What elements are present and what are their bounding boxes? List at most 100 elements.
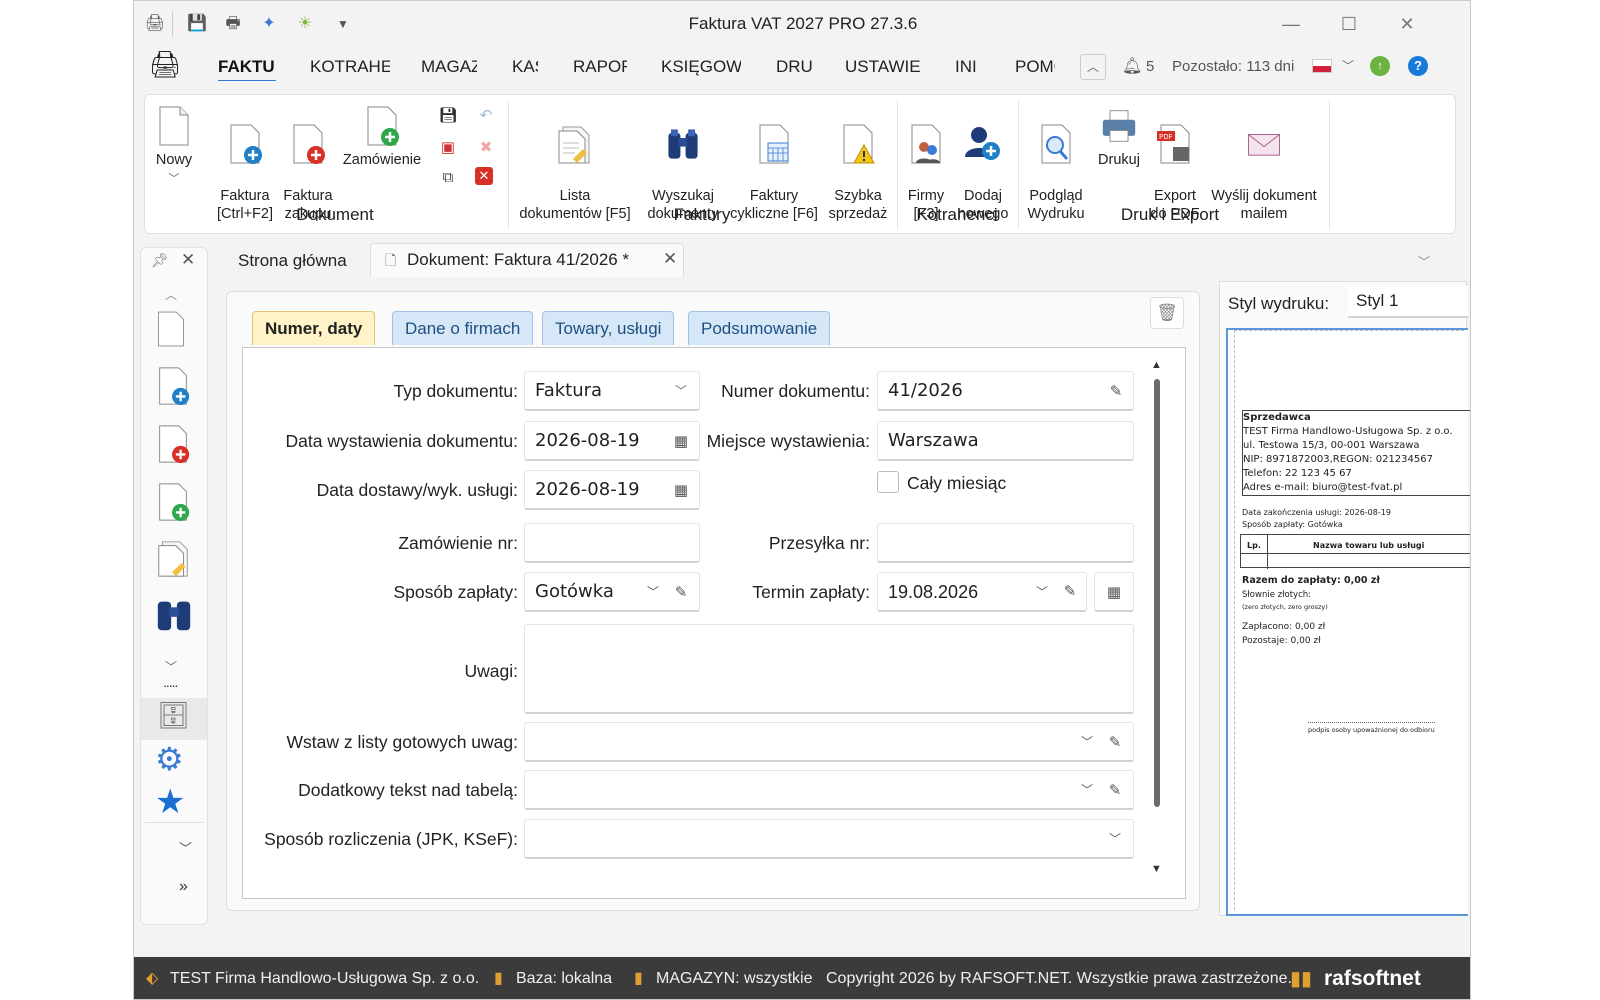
ribbon-separator [1018, 101, 1019, 229]
extra-text-select[interactable]: ﹀ ✎ [524, 770, 1134, 810]
scroll-down-icon[interactable]: ﹀ [165, 658, 177, 675]
ready-notes-select[interactable]: ﹀ ✎ [524, 722, 1134, 762]
tab-numbers-dates[interactable]: Numer, daty [252, 311, 376, 345]
scroll-up-arrow[interactable]: ▲ [1151, 359, 1162, 371]
tab-goods-services[interactable]: Towary, usługi [542, 311, 675, 345]
invoice-add-icon[interactable] [155, 366, 191, 406]
save-icon[interactable]: 💾︎ [437, 105, 459, 127]
menu-magazyn[interactable]: MAGAZ [421, 57, 477, 81]
menu-pomoc[interactable]: POMO [1015, 57, 1055, 81]
binoculars-icon[interactable] [153, 594, 195, 634]
status-copyright: Copyright 2026 by RAFSOFT.NET. Wszystkie… [826, 970, 1292, 987]
binoculars-icon [668, 129, 698, 159]
quick-sale-button[interactable]: Szybka sprzedaż [823, 105, 893, 223]
tab-company-data[interactable]: Dane o firmach [392, 311, 534, 345]
order-add-icon [367, 106, 399, 146]
chevron-down-icon[interactable]: ﹀ [179, 838, 192, 857]
collapse-ribbon-button[interactable]: ︿ [1080, 54, 1106, 80]
order-no-field[interactable] [524, 523, 700, 563]
delivery-date-field[interactable]: 2026-08-19 ▦ [524, 470, 700, 510]
notes-label: Uwagi: [464, 661, 519, 681]
more-icon[interactable]: ..... [163, 674, 178, 690]
maximize-button[interactable]: ☐ [1334, 11, 1364, 37]
tab-document[interactable]: 🗋 Dokument: Faktura 41/2026 * ✕ [370, 243, 684, 277]
menu-inne[interactable]: INI [955, 57, 981, 81]
doc-list-icon[interactable] [155, 538, 193, 578]
save-copy-icon[interactable]: ⧉ [437, 167, 459, 189]
due-select[interactable]: 19.08.2026 ﹀ ✎ [877, 572, 1087, 612]
close-document-icon[interactable]: ✕ [475, 167, 493, 185]
signature-line: podpis osoby upoważnionej do odbioru [1308, 722, 1435, 737]
bell-icon[interactable]: 🔔︎ [1122, 56, 1142, 76]
print-button[interactable]: Drukuj [1091, 105, 1147, 169]
order-button[interactable]: Zamówienie [339, 105, 425, 169]
close-tab-icon[interactable]: ✕ [663, 249, 677, 269]
menu-ustawienia[interactable]: USTAWIE [845, 57, 921, 81]
col-name: Nazwa towaru lub usługi [1313, 541, 1425, 550]
edit-icon[interactable]: ✎ [671, 573, 691, 611]
close-button[interactable]: ✕ [1392, 11, 1422, 37]
menu-druki[interactable]: DRU [776, 57, 812, 81]
place-field[interactable]: Warszawa [877, 421, 1134, 461]
calendar-icon[interactable]: ▦ [671, 422, 691, 460]
doc-number-label: Numer dokumentu: [721, 381, 870, 401]
edit-icon[interactable]: ✎ [1060, 573, 1080, 611]
flag-pl-icon[interactable] [1312, 59, 1332, 73]
calendar-icon[interactable]: ▦ [671, 471, 691, 509]
menu-raporty[interactable]: RAPOR [573, 57, 627, 81]
quick-sale-warning-icon [843, 124, 875, 164]
menu-ksiegowosc[interactable]: KSIĘGOW [661, 57, 741, 81]
pdf-icon: PDF [1157, 124, 1190, 164]
tab-home[interactable]: Strona główna [238, 247, 347, 277]
tab-summary[interactable]: Podsumowanie [688, 311, 831, 345]
vertical-scrollbar[interactable] [1154, 379, 1160, 807]
doc-number-field[interactable]: 41/2026 ✎ [877, 371, 1134, 411]
edit-icon[interactable]: ✎ [1106, 372, 1126, 410]
update-icon[interactable]: ↑ [1370, 56, 1390, 76]
star-icon[interactable]: ★ [155, 782, 185, 822]
delivery-date-value: 2026-08-19 [535, 479, 640, 500]
new-document-icon [159, 106, 189, 146]
menu-kasa[interactable]: KAS [512, 57, 538, 81]
order-add-icon[interactable] [155, 482, 191, 522]
due-calendar-button[interactable]: ▦ [1094, 572, 1134, 612]
edit-icon[interactable]: ✎ [1105, 771, 1125, 809]
save-as-icon[interactable]: ▣ [437, 137, 459, 159]
print-label: Drukuj [1098, 152, 1140, 168]
doc-type-label: Typ dokumentu: [393, 381, 518, 401]
database-icon: ▮ [494, 970, 503, 987]
app-menu-icon[interactable]: 🖨 [148, 49, 182, 83]
expand-icon[interactable]: » [179, 878, 188, 896]
scroll-down-arrow[interactable]: ▼ [1151, 863, 1162, 875]
menu-kontrahenci[interactable]: KOTRAHE [310, 57, 390, 81]
language-dropdown-icon[interactable]: ﹀ [1342, 57, 1354, 74]
notes-textarea[interactable] [524, 624, 1134, 714]
shipment-label: Przesyłka nr: [768, 533, 870, 553]
delete-icon[interactable]: ✖ [475, 137, 497, 159]
close-panel-icon[interactable]: ✕ [181, 250, 195, 270]
menu-faktury[interactable]: FAKTU [218, 57, 276, 81]
whole-month-checkbox[interactable] [877, 471, 899, 493]
issue-date-field[interactable]: 2026-08-19 ▦ [524, 421, 700, 461]
edit-icon[interactable]: ✎ [1105, 723, 1125, 761]
settlement-select[interactable]: ﹀ [524, 819, 1134, 859]
shipment-field[interactable] [877, 523, 1134, 563]
tabs-dropdown-icon[interactable]: ﹀ [1418, 253, 1430, 270]
payment-select[interactable]: Gotówka ﹀ ✎ [524, 572, 700, 612]
minimize-button[interactable]: — [1276, 11, 1306, 37]
help-icon[interactable]: ? [1408, 56, 1428, 76]
gear-icon[interactable]: ⚙ [155, 740, 184, 778]
new-button[interactable]: Nowy ﹀ [149, 105, 199, 188]
doc-type-value: Faktura [535, 380, 603, 401]
trash-icon[interactable]: 🗑︎ [1150, 297, 1184, 329]
total-due: Razem do zapłaty: 0,00 zł [1242, 575, 1380, 586]
new-document-icon[interactable] [155, 310, 187, 348]
print-style-select[interactable]: Styl 1 [1348, 286, 1468, 318]
purchase-invoice-icon[interactable] [155, 424, 191, 464]
ribbon-separator [897, 101, 898, 229]
cash-register-icon[interactable]: 🗄︎ [157, 700, 190, 731]
undo-icon[interactable]: ↶ [475, 105, 497, 127]
scroll-up-icon[interactable]: ︿ [165, 286, 177, 303]
doc-type-select[interactable]: Faktura ﹀ [524, 371, 700, 411]
pin-icon[interactable]: 📌︎ [151, 252, 169, 269]
